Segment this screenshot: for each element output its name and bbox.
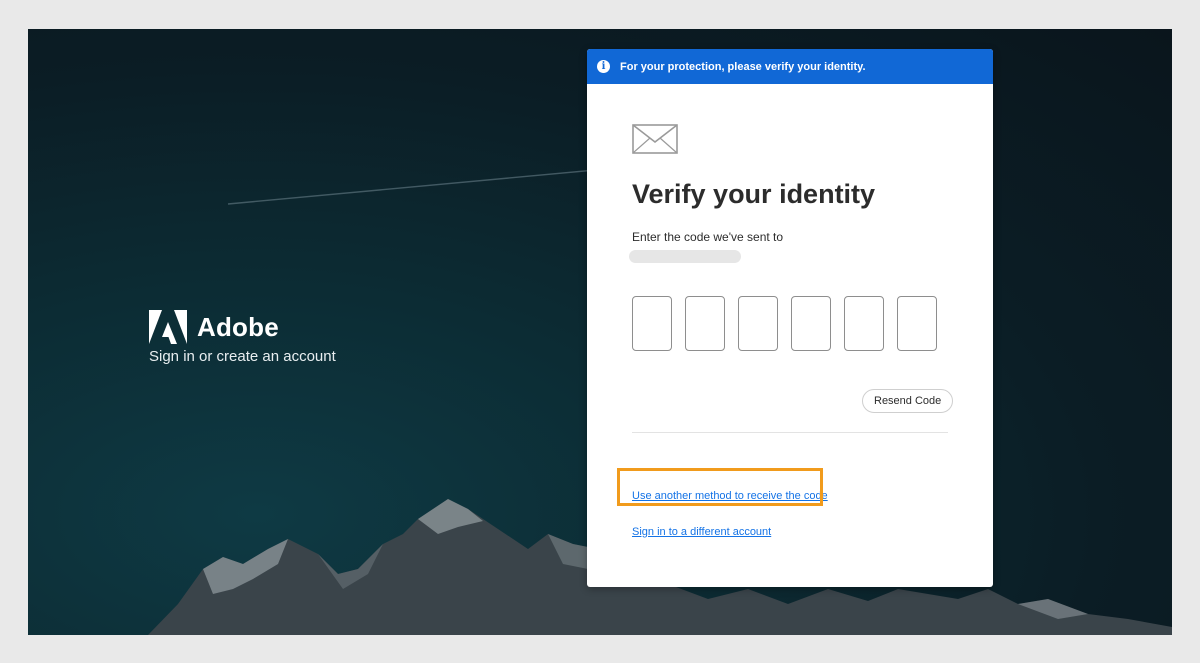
- highlight-box: [617, 468, 823, 506]
- code-digit-2[interactable]: [685, 296, 725, 351]
- code-digit-3[interactable]: [738, 296, 778, 351]
- envelope-icon: [632, 124, 678, 154]
- protection-banner: i For your protection, please verify you…: [587, 49, 993, 84]
- brand-name: Adobe: [197, 311, 279, 342]
- code-digit-4[interactable]: [791, 296, 831, 351]
- banner-text: For your protection, please verify your …: [620, 60, 866, 73]
- brand-block: Adobe Sign in or create an account: [149, 310, 336, 365]
- code-digit-5[interactable]: [844, 296, 884, 351]
- info-icon: i: [597, 60, 610, 73]
- verify-card: i For your protection, please verify you…: [587, 49, 993, 587]
- brand-tagline: Sign in or create an account: [149, 348, 336, 365]
- sign-in-different-account-link[interactable]: Sign in to a different account: [632, 526, 771, 538]
- divider: [632, 432, 948, 433]
- code-digit-6[interactable]: [897, 296, 937, 351]
- code-digit-1[interactable]: [632, 296, 672, 351]
- resend-code-button[interactable]: Resend Code: [862, 389, 954, 413]
- adobe-logo-icon: [149, 310, 187, 344]
- code-input-row: [632, 296, 937, 351]
- page-title: Verify your identity: [632, 179, 876, 209]
- code-instructions: Enter the code we've sent to: [632, 230, 784, 244]
- masked-email-placeholder: [629, 250, 741, 263]
